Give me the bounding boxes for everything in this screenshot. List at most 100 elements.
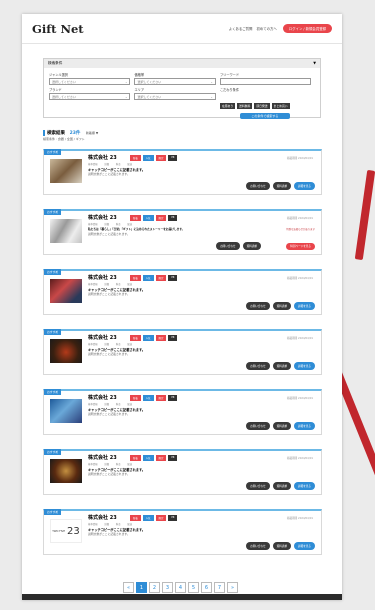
request-docs-button[interactable]: 資料請求 <box>272 182 292 190</box>
login-button[interactable]: ログイン / 新規会員登録 <box>282 24 332 33</box>
contact-button[interactable]: お問い合わせ <box>246 362 270 370</box>
details-button[interactable]: 詳細を見る <box>294 302 315 310</box>
result-card[interactable]: おすすめ 株式会社 23 新着 人気 限定 PR 掲載期間 2024/04/01 基本… <box>43 389 322 435</box>
card-tag: おすすめ <box>44 329 62 335</box>
result-card[interactable]: おすすめ 株式会社 23 新着 人気 限定 PR 掲載期間 2024/04/01 基本… <box>43 149 322 195</box>
status-badge: 人気 <box>142 455 154 461</box>
pagination-page[interactable]: 5 <box>188 582 199 593</box>
sort-select[interactable]: 新着順 ▼ <box>86 131 98 135</box>
header-link-faq[interactable]: よくあるご質問 <box>229 26 253 31</box>
request-docs-button[interactable]: 資料請求 <box>242 242 261 250</box>
keyword-input[interactable] <box>219 78 311 85</box>
pagination-prev[interactable]: « <box>123 582 134 593</box>
thumbnail-prefix: TWO FIVE <box>52 529 65 533</box>
result-card[interactable]: おすすめ 株式会社 23 新着 人気 限定 PR 掲載期間 2024/04/01 基本… <box>43 449 322 495</box>
request-docs-button[interactable]: 資料請求 <box>272 542 292 550</box>
company-name[interactable]: 株式会社 23 <box>88 514 117 521</box>
details-button[interactable]: 詳細を見る <box>294 422 315 430</box>
pagination-page[interactable]: 2 <box>149 582 160 593</box>
site-logo[interactable]: Gift Net <box>32 22 225 36</box>
card-date: 掲載期間 2024/04/01 <box>286 457 313 460</box>
status-badge: 人気 <box>142 515 154 521</box>
request-docs-button[interactable]: 資料請求 <box>272 362 292 370</box>
search-panel-header[interactable]: 検索条件 ▼ <box>44 59 320 68</box>
card-tag: おすすめ <box>44 209 62 215</box>
search-submit-button[interactable]: この条件で検索する <box>239 113 290 119</box>
brand-select-value: 選択してください <box>52 94 76 99</box>
company-name[interactable]: 株式会社 23 <box>88 394 117 401</box>
company-name[interactable]: 株式会社 23 <box>88 274 117 281</box>
contact-button[interactable]: お問い合わせ <box>246 542 270 550</box>
pagination-next[interactable]: » <box>227 582 238 593</box>
status-badge: 新着 <box>130 275 141 281</box>
status-badge: 人気 <box>142 155 154 161</box>
chevron-down-icon[interactable]: ▼ <box>313 61 316 66</box>
contact-button[interactable]: お問い合わせ <box>246 422 270 430</box>
company-name[interactable]: 株式会社 23 <box>88 334 117 341</box>
request-docs-button[interactable]: 資料請求 <box>272 482 292 490</box>
details-button[interactable]: 詳細を見る <box>294 362 315 370</box>
contact-button[interactable]: お問い合わせ <box>246 482 270 490</box>
pagination-page[interactable]: 7 <box>214 582 225 593</box>
search-panel-title: 検索条件 <box>48 61 63 65</box>
result-card[interactable]: おすすめ TWO FIVE 23 株式会社 23 新着 人気 限定 PR 掲載期間 2… <box>43 509 322 555</box>
result-card[interactable]: おすすめ 株式会社 23 新着 人気 限定 PR 掲載期間 2024/04/01 基本… <box>43 269 322 315</box>
status-badge: 新着 <box>130 515 141 521</box>
brand-select[interactable]: 選択してください ⌄ <box>49 93 131 100</box>
results-title: 検索結果 <box>47 131 65 136</box>
company-name[interactable]: 株式会社 23 <box>88 454 117 461</box>
special-note: 特別なお知らせがあります <box>286 228 315 231</box>
details-button[interactable]: 詳細を見る <box>294 482 315 490</box>
area-select[interactable]: 選択してください ⌄ <box>134 93 216 100</box>
card-thumbnail[interactable] <box>50 339 82 363</box>
card-date: 掲載期間 2024/04/01 <box>286 217 313 220</box>
pagination-page[interactable]: 3 <box>162 582 173 593</box>
card-thumbnail[interactable] <box>50 159 82 183</box>
status-badge: PR <box>168 515 178 521</box>
condition-chip[interactable]: 送料無料 <box>237 103 253 109</box>
card-description: 説明文章がここに記載されます。 <box>88 172 130 176</box>
details-button[interactable]: 詳細を見る <box>294 542 315 550</box>
special-page-button[interactable]: 特別ページを見る <box>286 243 315 250</box>
contact-button[interactable]: お問い合わせ <box>216 242 240 250</box>
condition-chip[interactable]: まとめ買い <box>271 103 290 109</box>
status-badge: 新着 <box>130 395 141 401</box>
condition-chip[interactable]: 在庫あり <box>219 103 236 109</box>
genre-select[interactable]: 選択してください ⌄ <box>49 78 131 85</box>
status-badge: 人気 <box>142 215 154 221</box>
search-panel: 検索条件 ▼ ジャンル選択 選択してください ⌄ ブランド 選択してください ⌄ 価… <box>43 58 321 119</box>
request-docs-button[interactable]: 資料請求 <box>272 302 292 310</box>
card-tag: おすすめ <box>44 269 62 275</box>
card-thumbnail[interactable] <box>50 459 82 483</box>
pagination: « 1 2 3 4 5 6 7 » <box>123 582 238 593</box>
card-tag: おすすめ <box>44 389 62 395</box>
chevron-down-icon: ⌄ <box>124 79 128 84</box>
pagination-page[interactable]: 4 <box>175 582 186 593</box>
status-badge: 人気 <box>142 275 154 281</box>
status-badge: 限定 <box>155 515 167 521</box>
card-tag: おすすめ <box>44 449 62 455</box>
request-docs-button[interactable]: 資料請求 <box>272 422 292 430</box>
card-thumbnail[interactable] <box>50 399 82 423</box>
details-button[interactable]: 詳細を見る <box>294 182 315 190</box>
status-badge: PR <box>168 155 178 161</box>
status-badge: 新着 <box>130 455 141 461</box>
sort-select-value: 新着順 <box>85 131 95 135</box>
price-select[interactable]: 選択してください ⌄ <box>134 78 216 85</box>
card-thumbnail[interactable]: TWO FIVE 23 <box>50 519 82 543</box>
pagination-page[interactable]: 1 <box>136 582 147 593</box>
result-card[interactable]: おすすめ 株式会社 23 新着 人気 限定 PR 掲載期間 2024/04/01 基本… <box>43 329 322 375</box>
card-thumbnail[interactable] <box>50 219 82 243</box>
company-name[interactable]: 株式会社 23 <box>88 154 117 161</box>
results-summary: 検索結果 23件 新着順 ▼ 検索条件 : 食器 / 全国 / ギフト <box>43 130 321 141</box>
contact-button[interactable]: お問い合わせ <box>246 302 270 310</box>
result-card[interactable]: おすすめ 株式会社 23 新着 人気 限定 PR 掲載期間 2024/04/01 基本… <box>43 209 322 255</box>
company-name[interactable]: 株式会社 23 <box>88 214 117 221</box>
card-description: 説明文章がここに記載されます。 <box>88 292 130 296</box>
header-link-guide[interactable]: 初めての方へ <box>256 26 276 31</box>
contact-button[interactable]: お問い合わせ <box>246 182 270 190</box>
card-thumbnail[interactable] <box>50 279 82 303</box>
condition-chip[interactable]: 即日発送 <box>254 103 270 109</box>
card-date: 掲載期間 2024/04/01 <box>286 157 313 160</box>
pagination-page[interactable]: 6 <box>201 582 212 593</box>
